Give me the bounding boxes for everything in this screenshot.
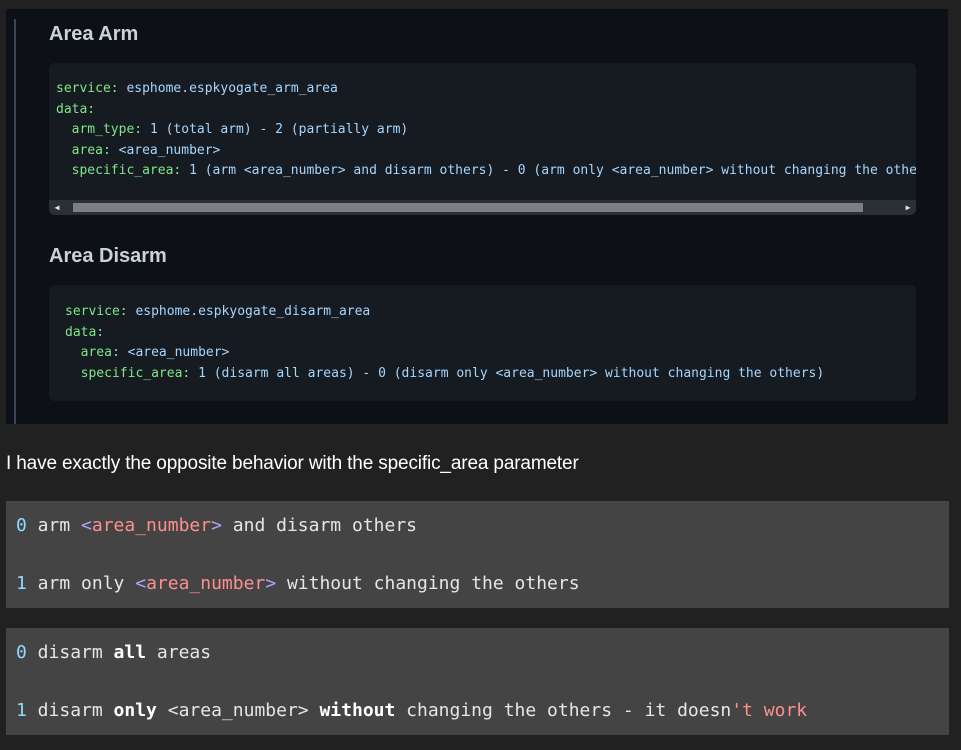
yaml-value: 1 (total arm) - 2 (partially arm) <box>149 122 409 137</box>
code-text: and disarm others <box>221 515 418 536</box>
yaml-key: arm_type: <box>71 122 143 137</box>
scroll-right-arrow-icon[interactable]: ▶ <box>900 200 916 215</box>
code-number: 1 <box>16 573 27 594</box>
post-code-block-disarm: 0 disarm all areas 1 disarm only <area_n… <box>6 628 949 735</box>
yaml-value: <area_number> <box>127 345 230 360</box>
code-number: 1 <box>16 700 27 721</box>
area-disarm-code-block: service: esphome.espkyogate_disarm_area … <box>49 285 916 401</box>
yaml-key: data: <box>56 101 96 117</box>
yaml-key: specific_area: <box>71 163 182 178</box>
area-arm-code-block: service: esphome.espkyogate_arm_area dat… <box>49 63 916 215</box>
post-code-block-arm: 0 arm <area_number> and disarm others 1 … <box>6 501 949 608</box>
code-keyword: only <box>113 700 157 721</box>
code-string: 't work <box>731 700 808 721</box>
quoted-documentation-screenshot: Area Arm service: esphome.espkyogate_arm… <box>6 9 948 424</box>
code-tag-bracket: > <box>265 573 277 594</box>
code-text: disarm <box>26 700 114 721</box>
yaml-value: 1 (disarm all areas) - 0 (disarm only <a… <box>198 365 825 381</box>
yaml-value: 1 (arm <area_number> and disarm others) … <box>189 163 916 178</box>
yaml-key: service: <box>56 81 119 96</box>
code-tag-name: area_number <box>91 515 212 536</box>
quote-accent-bar <box>14 19 16 424</box>
code-number: 0 <box>16 642 27 663</box>
code-tag-name: area_number <box>146 573 266 594</box>
code-text: disarm <box>26 642 114 663</box>
code-tag-bracket: > <box>211 515 222 536</box>
code-text: changing the others - it doesn <box>395 700 732 721</box>
yaml-key: area: <box>80 345 120 360</box>
code-text: without changing the others <box>276 573 580 594</box>
scroll-left-arrow-icon[interactable]: ◀ <box>49 200 65 215</box>
code-keyword: all <box>113 642 147 663</box>
code-text: <area_number> <box>156 700 320 721</box>
code-text: areas <box>146 642 212 663</box>
yaml-value: esphome.espkyogate_disarm_area <box>135 304 371 319</box>
code-tag-bracket: < <box>81 515 92 536</box>
yaml-key: specific_area: <box>80 365 191 381</box>
area-arm-heading: Area Arm <box>49 23 139 45</box>
area-disarm-heading: Area Disarm <box>49 245 167 267</box>
post-text: I have exactly the opposite behavior wit… <box>6 453 579 474</box>
yaml-key: area: <box>71 142 111 158</box>
scrollbar-thumb[interactable] <box>73 203 863 212</box>
yaml-value: <area_number> <box>118 142 221 158</box>
code-text: arm <box>26 515 82 536</box>
yaml-key: data: <box>65 324 105 340</box>
horizontal-scrollbar[interactable]: ◀ ▶ <box>49 200 916 215</box>
code-keyword: without <box>319 700 396 721</box>
code-number: 0 <box>16 515 27 536</box>
yaml-value: esphome.espkyogate_arm_area <box>126 81 338 96</box>
code-tag-bracket: < <box>135 573 147 594</box>
code-text: arm only <box>26 573 136 594</box>
yaml-key: service: <box>65 304 128 319</box>
